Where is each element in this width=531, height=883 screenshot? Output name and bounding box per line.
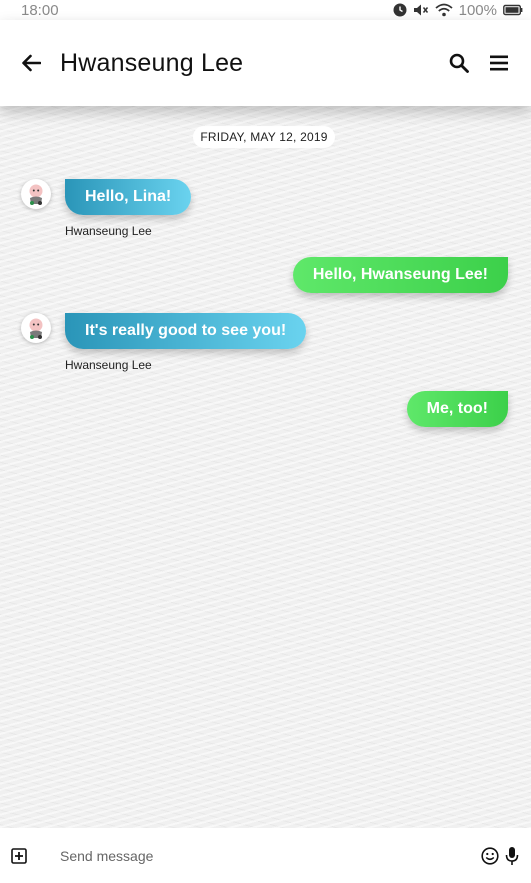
battery-percent: 100% (458, 1, 497, 19)
app-bar: Hwanseung Lee (0, 20, 531, 106)
avatar-icon (29, 318, 43, 339)
search-icon (449, 53, 469, 73)
sender-name: Hwanseung Lee (65, 224, 152, 238)
status-bar: 18:00 100% (0, 0, 531, 20)
sender-name: Hwanseung Lee (65, 358, 152, 372)
search-button[interactable] (447, 51, 471, 75)
message-bubble-incoming[interactable]: Hello, Lina! (65, 179, 192, 215)
message-input[interactable] (60, 847, 481, 864)
battery-icon (503, 4, 523, 16)
alarm-icon (393, 3, 407, 17)
menu-icon (490, 55, 508, 71)
app-actions (447, 51, 511, 75)
back-arrow-icon (22, 54, 41, 72)
emoji-icon (481, 846, 499, 865)
avatar-icon (29, 184, 43, 205)
attach-button[interactable] (10, 847, 28, 865)
message-text: Hello, Lina! (85, 188, 172, 205)
avatar[interactable] (21, 179, 51, 209)
message-bubble-outgoing[interactable]: Hello, Hwanseung Lee! (292, 257, 508, 293)
message-text: It's really good to see you! (85, 322, 287, 339)
microphone-icon (505, 846, 519, 865)
message-text: Me, too! (426, 400, 488, 417)
message-bubble-incoming[interactable]: It's really good to see you! (65, 313, 307, 349)
avatar[interactable] (21, 313, 51, 343)
chat-title: Hwanseung Lee (60, 48, 244, 77)
message-composer (0, 828, 531, 883)
wifi-icon (435, 3, 453, 17)
chat-screen: 18:00 100% Hwanseung Lee FRIDAY, MAY 12,… (0, 0, 531, 883)
emoji-button[interactable] (481, 846, 499, 866)
voice-button[interactable] (503, 846, 521, 866)
composer-actions (481, 846, 521, 866)
back-button[interactable] (20, 52, 42, 74)
message-bubble-outgoing[interactable]: Me, too! (406, 391, 508, 427)
date-divider: FRIDAY, MAY 12, 2019 (193, 126, 335, 148)
message-text: Hello, Hwanseung Lee! (312, 266, 488, 283)
status-icons: 100% (393, 2, 523, 19)
plus-box-icon (11, 847, 27, 864)
mute-icon (413, 4, 428, 16)
menu-button[interactable] (487, 51, 511, 75)
status-time: 18:00 (21, 1, 59, 19)
